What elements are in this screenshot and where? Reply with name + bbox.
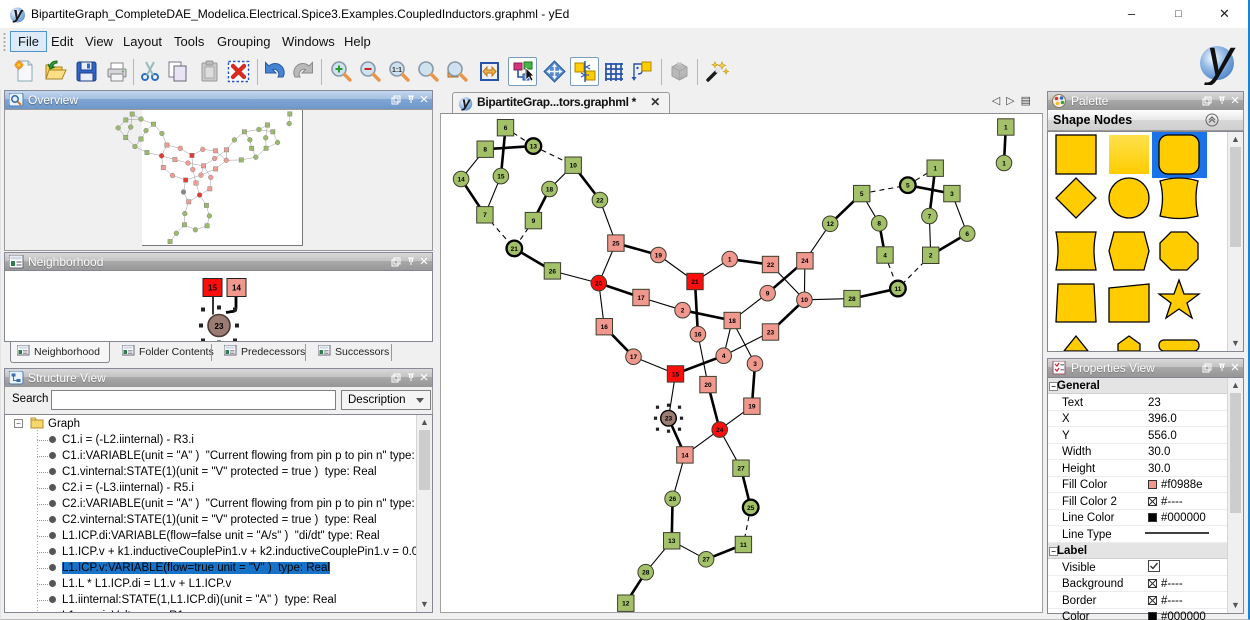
svg-text:10: 10 [801,297,809,304]
svg-text:20: 20 [595,281,603,288]
svg-text:22: 22 [767,262,775,269]
svg-text:12: 12 [622,601,630,608]
svg-text:18: 18 [729,318,737,325]
svg-text:7: 7 [928,213,932,220]
svg-text:1: 1 [1002,160,1006,167]
svg-text:7: 7 [483,212,487,219]
svg-text:5: 5 [906,183,910,190]
svg-text:15: 15 [672,371,680,378]
svg-text:3: 3 [950,191,954,198]
svg-text:14: 14 [681,452,689,459]
svg-text:10: 10 [570,163,578,170]
svg-text:y: y [12,5,24,23]
svg-text:1: 1 [1004,124,1008,131]
svg-text:2: 2 [929,253,933,260]
svg-text:26: 26 [669,496,677,503]
svg-text:14: 14 [457,176,465,183]
svg-text:14: 14 [232,284,241,293]
svg-text:26: 26 [549,268,557,275]
svg-text:9: 9 [532,218,536,225]
svg-text:8: 8 [877,221,881,228]
svg-text:y: y [1204,31,1236,85]
svg-text:21: 21 [691,279,699,286]
svg-text:24: 24 [716,427,724,434]
svg-text:27: 27 [737,466,745,473]
svg-text:25: 25 [612,241,620,248]
svg-text:23: 23 [665,416,673,423]
svg-text:8: 8 [483,147,487,154]
svg-text:19: 19 [655,252,663,259]
svg-text:20: 20 [704,382,712,389]
svg-text:1: 1 [933,166,937,173]
svg-text:4: 4 [722,353,726,360]
svg-text:1:1: 1:1 [392,67,402,74]
svg-text:22: 22 [596,197,604,204]
svg-text:17: 17 [637,295,645,302]
svg-text:15: 15 [497,174,505,181]
svg-text:9: 9 [766,291,770,298]
svg-text:6: 6 [965,231,969,238]
svg-text:27: 27 [702,557,710,564]
svg-text:19: 19 [748,404,756,411]
svg-text:11: 11 [740,542,747,549]
svg-text:15: 15 [208,284,217,293]
svg-text:12: 12 [827,221,835,228]
svg-text:21: 21 [511,246,519,253]
svg-text:5: 5 [860,191,864,198]
svg-text:4: 4 [883,252,887,259]
svg-text:23: 23 [215,322,224,331]
svg-text:18: 18 [546,186,554,193]
svg-text:28: 28 [848,296,856,303]
svg-text:24: 24 [801,258,809,265]
svg-text:16: 16 [694,332,702,339]
svg-text:28: 28 [642,570,650,577]
svg-text:17: 17 [630,354,638,361]
svg-text:25: 25 [747,505,755,512]
svg-text:3: 3 [753,361,757,368]
svg-text:11: 11 [894,286,901,293]
svg-text:13: 13 [668,538,676,545]
svg-text:2: 2 [681,308,685,315]
svg-text:16: 16 [601,324,609,331]
svg-text:23: 23 [767,329,775,336]
svg-text:1: 1 [728,257,732,264]
svg-text:13: 13 [530,144,538,151]
svg-text:6: 6 [504,125,508,132]
